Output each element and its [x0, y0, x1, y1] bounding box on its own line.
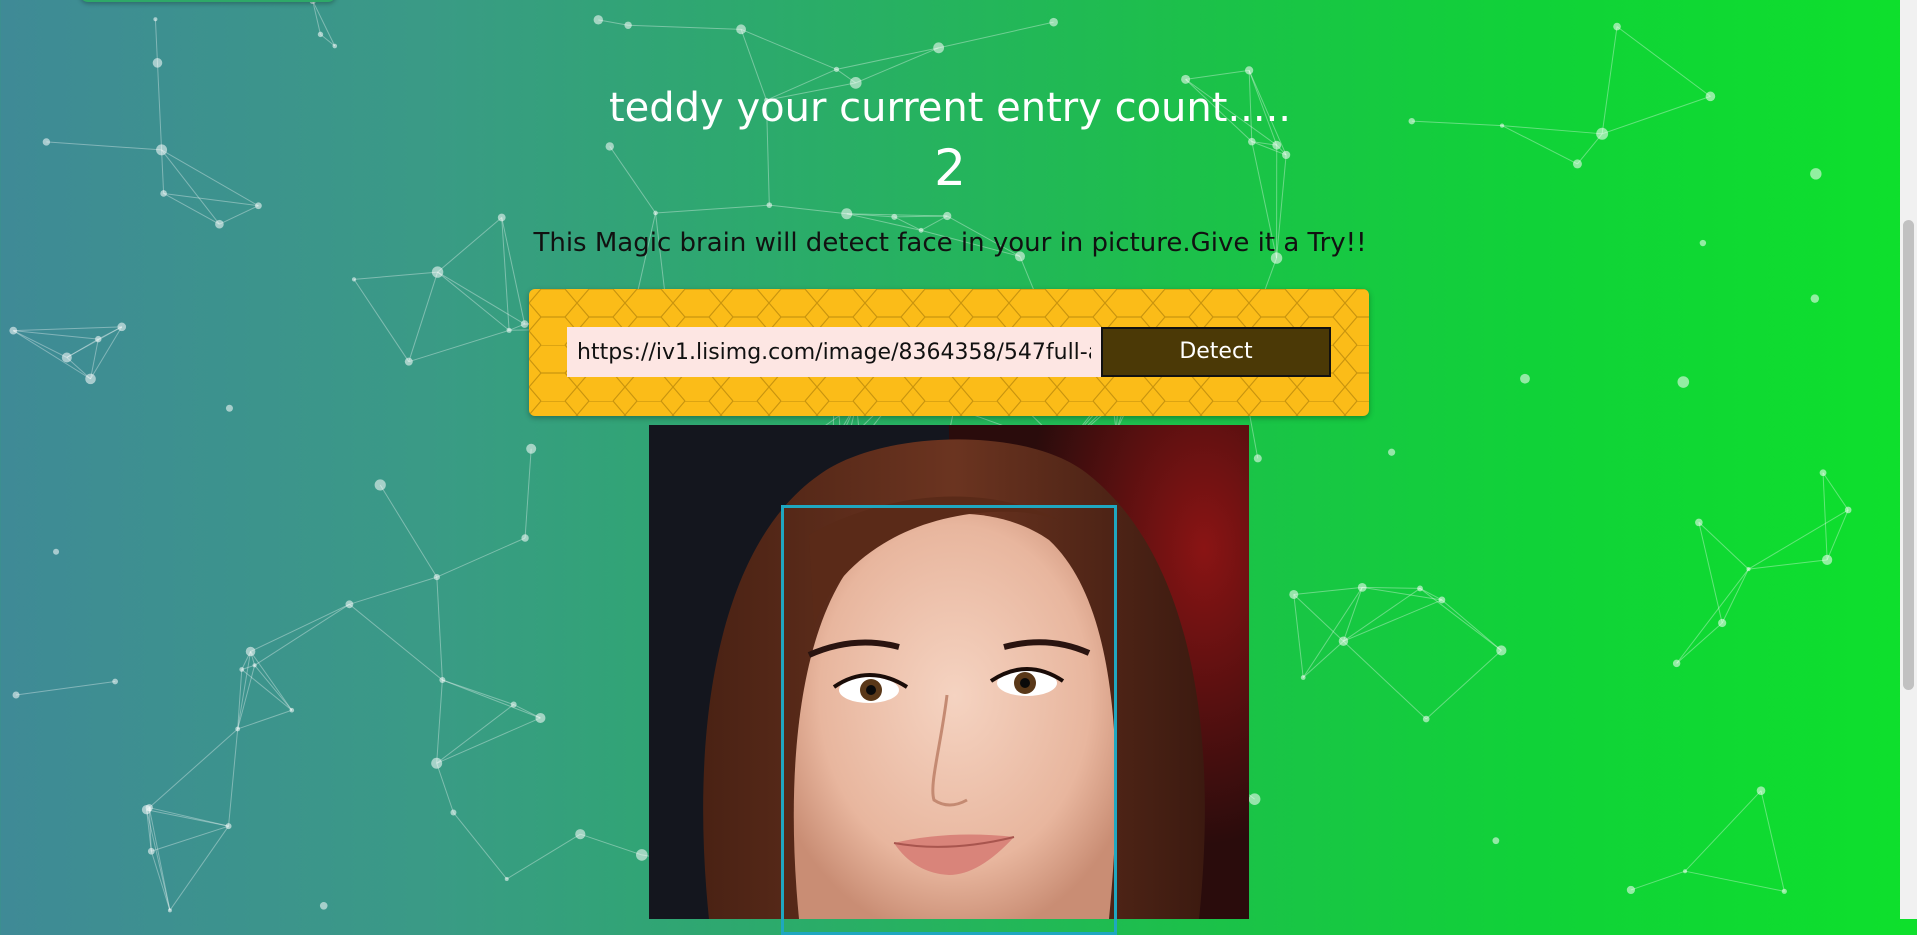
image-url-form: Detect: [529, 289, 1369, 416]
vertical-scrollbar[interactable]: [1900, 0, 1917, 919]
detect-button[interactable]: Detect: [1101, 327, 1331, 377]
entry-count-value: 2: [0, 138, 1900, 198]
image-url-input[interactable]: [567, 327, 1101, 377]
tagline: This Magic brain will detect face in you…: [0, 225, 1900, 261]
main-content: teddy your current entry count..... 2 Th…: [0, 0, 1900, 919]
entry-count-title: teddy your current entry count.....: [0, 80, 1900, 136]
scrollbar-thumb[interactable]: [1903, 220, 1914, 690]
face-bounding-box: [781, 505, 1117, 935]
